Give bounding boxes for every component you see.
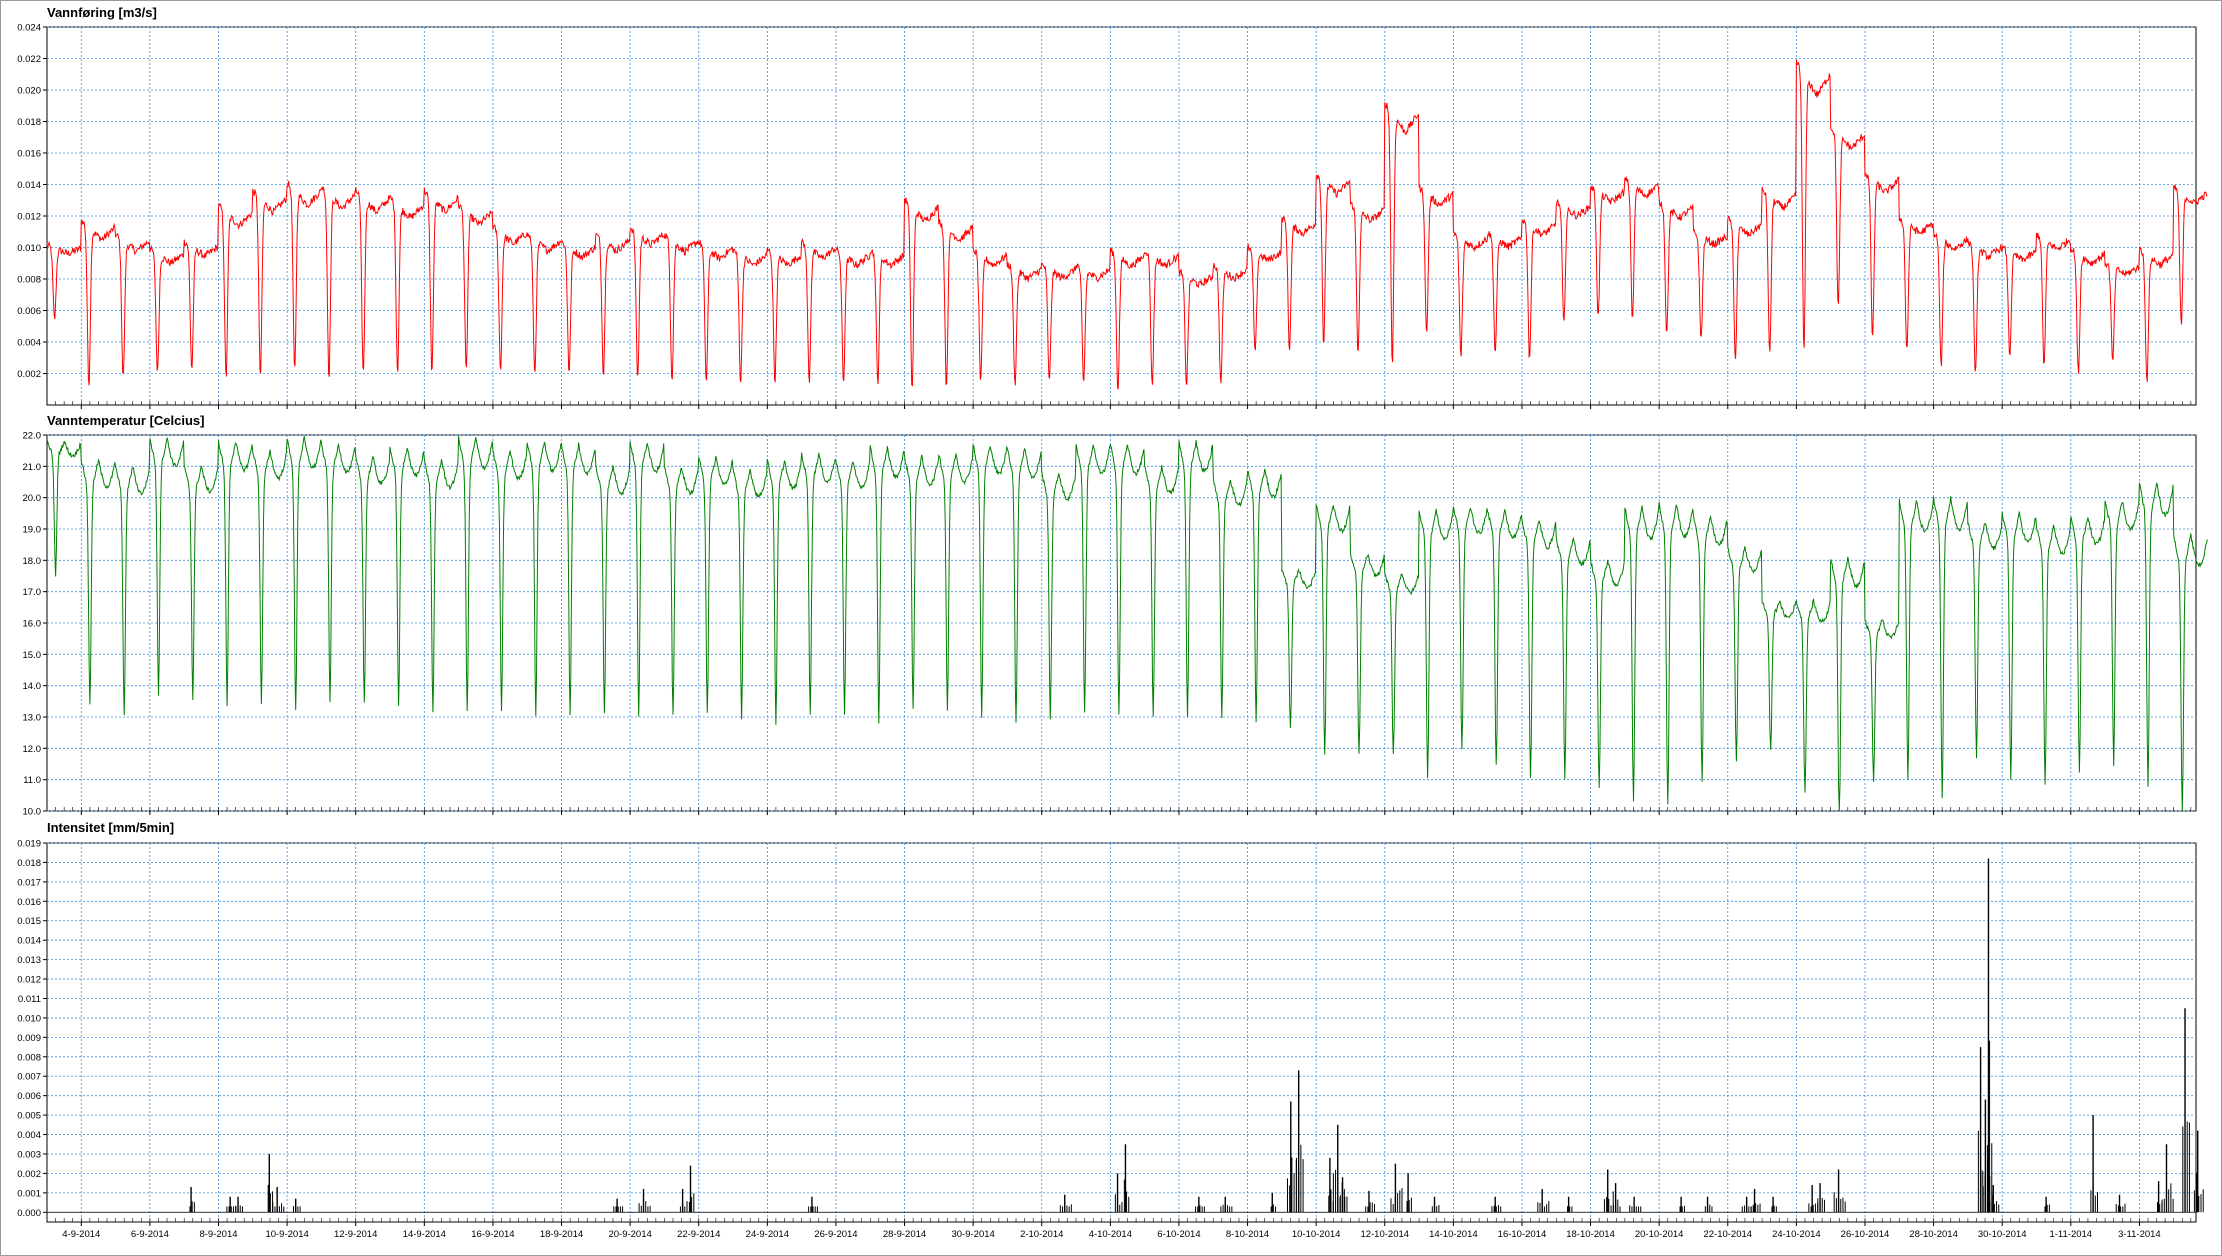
x-tick-label: 14-9-2014 [403, 1229, 446, 1240]
y-tick-label: 0.007 [17, 1072, 41, 1083]
x-tick-label: 28-10-2014 [1909, 1229, 1958, 1240]
y-tick-label: 0.012 [17, 975, 41, 986]
y-tick-label: 0.014 [17, 180, 41, 191]
x-tick-label: 18-10-2014 [1566, 1229, 1615, 1240]
y-tick-label: 0.002 [17, 369, 41, 380]
y-tick-label: 0.012 [17, 212, 41, 223]
x-tick-label: 26-10-2014 [1841, 1229, 1890, 1240]
y-tick-label: 0.016 [17, 149, 41, 160]
y-tick-label: 0.011 [18, 994, 41, 1005]
y-tick-label: 0.001 [17, 1188, 41, 1199]
x-tick-label: 4-10-2014 [1089, 1229, 1132, 1240]
y-tick-label: 15.0 [23, 650, 42, 661]
y-tick-label: 14.0 [23, 681, 42, 692]
x-tick-label: 22-10-2014 [1703, 1229, 1752, 1240]
y-tick-label: 0.013 [17, 955, 41, 966]
x-tick-label: 10-10-2014 [1292, 1229, 1341, 1240]
x-tick-label: 22-9-2014 [677, 1229, 720, 1240]
x-tick-label: 30-9-2014 [951, 1229, 994, 1240]
y-tick-label: 0.006 [17, 306, 41, 317]
x-tick-label: 16-10-2014 [1498, 1229, 1547, 1240]
y-tick-label: 0.016 [17, 897, 41, 908]
y-tick-label: 10.0 [23, 807, 42, 818]
y-tick-label: 0.017 [17, 877, 41, 888]
y-tick-label: 19.0 [23, 525, 42, 536]
y-tick-label: 11.0 [23, 775, 41, 786]
x-tick-label: 20-10-2014 [1635, 1229, 1684, 1240]
y-tick-label: 12.0 [23, 744, 42, 755]
x-tick-label: 14-10-2014 [1429, 1229, 1478, 1240]
y-tick-label: 0.005 [17, 1111, 41, 1122]
x-tick-label: 30-10-2014 [1978, 1229, 2027, 1240]
y-tick-label: 20.0 [23, 493, 42, 504]
x-tick-label: 16-9-2014 [471, 1229, 514, 1240]
y-tick-label: 0.009 [17, 1033, 41, 1044]
chart-svg: 0.002 0.004 0.006 0.008 0.010 0.012 0.014 0.016… [17, 23, 2208, 1240]
x-tick-label: 20-9-2014 [608, 1229, 651, 1240]
x-tick-label: 12-9-2014 [334, 1229, 377, 1240]
x-tick-label: 8-9-2014 [199, 1229, 237, 1240]
x-tick-label: 10-9-2014 [265, 1229, 308, 1240]
x-tick-label: 18-9-2014 [540, 1229, 583, 1240]
y-tick-label: 0.010 [17, 243, 41, 254]
x-tick-label: 24-10-2014 [1772, 1229, 1821, 1240]
x-tick-label: 2-10-2014 [1020, 1229, 1063, 1240]
y-tick-label: 0.018 [17, 858, 41, 869]
y-tick-label: 0.006 [17, 1091, 41, 1102]
y-tick-label: 18.0 [23, 556, 42, 567]
y-tick-label: 13.0 [23, 713, 42, 724]
y-tick-label: 0.022 [17, 54, 41, 65]
plot-area-0 [46, 26, 2197, 406]
y-tick-label: 21.0 [23, 462, 42, 473]
y-tick-label: 17.0 [23, 587, 42, 598]
x-tick-label: 6-10-2014 [1157, 1229, 1200, 1240]
y-tick-label: 0.010 [17, 1013, 41, 1024]
x-tick-label: 28-9-2014 [883, 1229, 926, 1240]
x-tick-label: 4-9-2014 [62, 1229, 100, 1240]
x-tick-label: 24-9-2014 [746, 1229, 789, 1240]
x-tick-label: 3-11-2014 [2118, 1229, 2161, 1240]
plot-area-2 [46, 842, 2197, 1223]
y-tick-label: 0.019 [17, 839, 41, 850]
x-tick-label: 6-9-2014 [131, 1229, 169, 1240]
y-tick-label: 0.018 [17, 117, 41, 128]
x-tick-label: 8-10-2014 [1226, 1229, 1269, 1240]
x-tick-label: 26-9-2014 [814, 1229, 857, 1240]
y-tick-label: 0.002 [17, 1169, 41, 1180]
y-tick-label: 0.000 [17, 1208, 41, 1219]
y-tick-label: 0.004 [17, 338, 41, 349]
x-tick-label: 1-11-2014 [2049, 1229, 2092, 1240]
x-tick-label: 12-10-2014 [1360, 1229, 1409, 1240]
y-tick-label: 0.008 [17, 1052, 41, 1063]
y-tick-label: 0.015 [17, 916, 41, 927]
y-tick-label: 16.0 [23, 619, 42, 630]
y-tick-label: 0.014 [17, 936, 41, 947]
y-tick-label: 0.020 [17, 86, 41, 97]
y-tick-label: 0.004 [17, 1130, 41, 1141]
y-tick-label: 22.0 [23, 431, 42, 442]
y-tick-label: 0.008 [17, 275, 41, 286]
y-tick-label: 0.024 [17, 23, 41, 34]
y-tick-label: 0.003 [17, 1149, 41, 1160]
